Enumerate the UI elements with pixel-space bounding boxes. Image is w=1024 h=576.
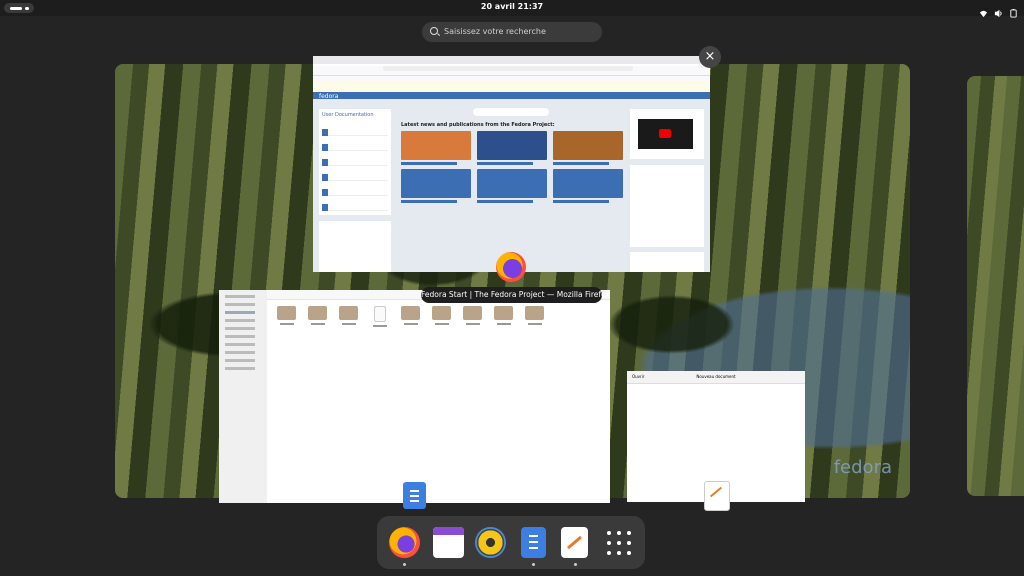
notification-bar xyxy=(313,82,710,92)
file-icon xyxy=(370,306,389,327)
folder-icon xyxy=(494,306,513,327)
firefox-icon xyxy=(496,252,526,282)
ddg-search-box xyxy=(473,108,549,116)
news-card xyxy=(477,131,547,165)
running-indicator xyxy=(574,563,577,566)
show-apps-grid-icon[interactable] xyxy=(604,527,635,558)
doc-item xyxy=(322,151,388,166)
volume-icon[interactable] xyxy=(994,3,1003,18)
files-sidebar xyxy=(219,290,267,503)
common-issues-panel xyxy=(319,221,391,272)
play-icon xyxy=(659,129,671,138)
document-title: Nouveau document xyxy=(696,374,736,379)
news-heading: Latest news and publications from the Fe… xyxy=(401,122,555,128)
clock[interactable]: 20 avril 21:37 xyxy=(0,2,1024,11)
firefox-window-preview[interactable]: fedora User Documentation Latest news an… xyxy=(313,56,710,272)
folder-icon xyxy=(277,306,296,327)
folder-icon xyxy=(308,306,327,327)
text-editor-app-icon xyxy=(704,481,730,511)
video-thumbnail xyxy=(638,119,693,149)
next-workspace-thumbnail[interactable] xyxy=(967,76,1024,496)
running-indicator xyxy=(403,563,406,566)
panel-heading: User Documentation xyxy=(322,112,374,118)
user-documentation-panel: User Documentation xyxy=(319,109,391,215)
system-tray[interactable] xyxy=(979,3,1018,18)
folder-icon xyxy=(463,306,482,327)
folder-icon xyxy=(339,306,358,327)
search-placeholder: Saisissez votre recherche xyxy=(444,27,546,36)
dash-dock xyxy=(377,516,645,569)
news-card xyxy=(401,131,471,165)
folder-icon xyxy=(525,306,544,327)
folder-icon xyxy=(432,306,451,327)
doc-item xyxy=(322,196,388,211)
files-window-preview[interactable] xyxy=(219,290,610,503)
fedora-watermark: fedora xyxy=(833,457,892,478)
text-editor-icon[interactable] xyxy=(561,527,588,558)
close-window-button[interactable]: × xyxy=(699,46,721,68)
news-card xyxy=(401,169,471,203)
window-title-tooltip: Fedora Start | The Fedora Project — Mozi… xyxy=(421,287,610,303)
rhythmbox-icon[interactable] xyxy=(475,527,506,558)
files-icon[interactable] xyxy=(521,527,546,558)
search-icon xyxy=(430,27,438,35)
council-video-panel xyxy=(630,109,704,159)
editor-headerbar: Ouvrir Nouveau document xyxy=(627,371,805,384)
calendar-icon[interactable] xyxy=(433,527,464,558)
solved-issues-panel xyxy=(630,165,704,247)
news-card xyxy=(553,169,623,203)
fedora-start-page: User Documentation Latest news and publi… xyxy=(313,99,710,272)
community-blog-panel xyxy=(630,252,704,272)
news-card xyxy=(553,131,623,165)
files-app-icon xyxy=(403,482,426,509)
doc-item xyxy=(322,136,388,151)
doc-item xyxy=(322,166,388,181)
top-bar: 20 avril 21:37 xyxy=(0,0,1024,18)
running-indicator xyxy=(532,563,535,566)
doc-item xyxy=(322,121,388,136)
wifi-icon[interactable] xyxy=(979,3,988,18)
doc-item xyxy=(322,181,388,196)
search-input[interactable]: Saisissez votre recherche xyxy=(422,22,602,42)
news-grid xyxy=(401,131,623,203)
url-bar xyxy=(313,66,710,76)
battery-icon[interactable] xyxy=(1009,3,1018,18)
tab-strip xyxy=(313,56,710,64)
folder-icon xyxy=(401,306,420,327)
news-card xyxy=(477,169,547,203)
folder-grid xyxy=(277,306,544,327)
firefox-icon[interactable] xyxy=(389,527,420,558)
